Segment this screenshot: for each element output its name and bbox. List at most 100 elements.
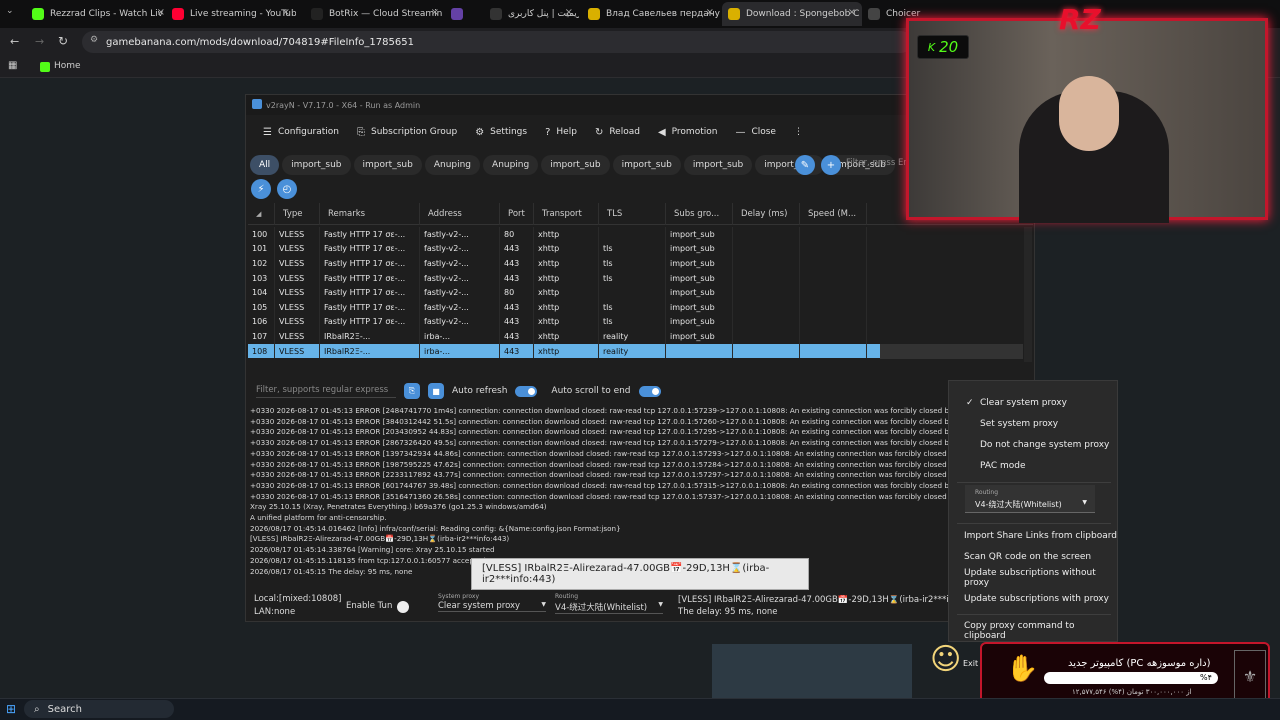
speed-test-icon[interactable]: ⚡ (251, 179, 271, 199)
table-row[interactable]: 103 VLESS Fastly HTTP 17 σε-... fastly-v2-.… (248, 270, 880, 286)
menu-promotion[interactable]: ◀ Promotion (649, 119, 727, 145)
routing-select[interactable]: V4-绕过大陆(Whitelist) ▼ (555, 601, 663, 614)
table-cell: 108 (248, 343, 275, 359)
reload-icon[interactable]: ↻ (58, 34, 68, 48)
browser-tab[interactable] (445, 2, 467, 26)
log-line: 2026/08/17 01:45:14.338764 [Warning] cor… (250, 545, 495, 555)
menu-update-subs-without-proxy[interactable]: Update subscriptions without proxy (949, 568, 1117, 588)
table-row[interactable]: 107 VLESS IRbalR2Ξ-... irba-... 443 xhttp real… (248, 329, 880, 344)
col-type[interactable]: Type (275, 203, 320, 225)
log-line: +0330 2026-08-17 01:45:13 ERROR [2034309… (250, 427, 950, 437)
menu-close[interactable]: — Close (726, 119, 785, 145)
col-port[interactable]: Port (500, 203, 534, 225)
close-tab-icon[interactable]: × (157, 7, 165, 18)
apps-grid-icon[interactable]: ▦ (8, 60, 17, 71)
table-row[interactable]: 101 VLESS Fastly HTTP 17 σε-... fastly-v2-.… (248, 241, 880, 257)
group-tab[interactable]: Anuping (424, 155, 481, 175)
windows-start-icon[interactable]: ⊞ (6, 702, 16, 716)
ping-test-icon[interactable]: ◴ (277, 179, 297, 199)
log-filter-input[interactable]: Filter, supports regular express (256, 385, 396, 398)
browser-tab[interactable]: ریمیت | پنل کاربری × (484, 2, 579, 26)
menu-import-share-links[interactable]: Import Share Links from clipboard (949, 526, 1117, 546)
group-tab[interactable]: import_sub (612, 155, 681, 175)
server-filter-input[interactable]: Filter, press Ent (846, 158, 912, 168)
menu-help[interactable]: ? Help (536, 119, 586, 145)
edit-group-icon[interactable]: ✎ (795, 155, 815, 175)
menu-update-subs-with-proxy[interactable]: Update subscriptions with proxy (949, 589, 1117, 609)
col-remarks[interactable]: Remarks (320, 203, 420, 225)
col-transport[interactable]: Transport (534, 203, 599, 225)
table-cell (599, 227, 666, 242)
menu-reload[interactable]: ↻ Reload (586, 119, 649, 145)
tab-favicon-icon (728, 8, 740, 20)
menu-configuration[interactable]: ☰ Configuration (254, 119, 348, 145)
browser-tab[interactable]: Live streaming - YouTube × (166, 2, 296, 26)
auto-scroll-toggle[interactable] (638, 385, 661, 397)
table-row[interactable]: 108 VLESS IRbalR2Ξ-... irba-... 443 xhttp real… (248, 343, 880, 359)
table-row[interactable]: 104 VLESS Fastly HTTP 17 σε-... fastly-v2-.… (248, 285, 880, 300)
group-tab[interactable]: import_sub (282, 155, 351, 175)
menu-pac-mode[interactable]: PAC mode (949, 456, 1117, 476)
bookmark-home[interactable]: Home (54, 61, 81, 71)
menu-divider (957, 482, 1111, 483)
group-tab[interactable]: import_sub (683, 155, 753, 175)
col-subs-group[interactable]: Subs gro... (666, 203, 733, 225)
log-line: +0330 2026-08-17 01:45:13 ERROR [6017447… (250, 480, 950, 490)
system-proxy-select[interactable]: Clear system proxy ▼ (438, 601, 546, 612)
group-tab[interactable]: import_sub (353, 155, 422, 175)
table-row[interactable]: 100 VLESS Fastly HTTP 17 σε-... fastly-v2-.… (248, 227, 880, 242)
col-delay[interactable]: Delay (ms) (733, 203, 800, 225)
col-tls[interactable]: TLS (599, 203, 666, 225)
menu-divider (957, 523, 1111, 524)
copy-log-icon[interactable]: ⎘ (404, 383, 420, 399)
gear-icon: ⚙ (475, 126, 485, 138)
close-tab-icon[interactable]: × (565, 7, 573, 18)
browser-tab[interactable]: Download : Spongebob C × (722, 2, 862, 26)
clear-log-icon[interactable]: ■ (428, 383, 444, 399)
back-icon[interactable]: ← (10, 35, 19, 48)
table-row[interactable]: 105 VLESS Fastly HTTP 17 σε-... fastly-v2-.… (248, 300, 880, 315)
table-row[interactable]: 106 VLESS Fastly HTTP 17 σε-... fastly-v2-.… (248, 314, 880, 330)
table-cell (800, 270, 867, 286)
menu-subscription-group[interactable]: ⎘ Subscription Group (348, 119, 466, 145)
taskbar-search[interactable]: ⌕ Search (24, 700, 174, 718)
browser-tab[interactable]: BotRix — Cloud Streamin × (305, 2, 445, 26)
site-info-icon[interactable]: ⚙ (90, 35, 98, 45)
table-row[interactable]: 102 VLESS Fastly HTTP 17 σε-... fastly-v2-.… (248, 256, 880, 271)
close-tab-icon[interactable]: × (848, 7, 856, 18)
menu-scan-qr-code[interactable]: Scan QR code on the screen (949, 547, 1117, 567)
menu-clear-system-proxy[interactable]: ✓ Clear system proxy (949, 393, 1117, 413)
table-cell: irba-... (420, 329, 500, 344)
close-tab-icon[interactable]: × (431, 7, 439, 18)
browser-tab[interactable]: Rezzrad Clips - Watch Liv × (26, 2, 171, 26)
address-bar[interactable]: ⚙ gamebanana.com/mods/download/704819#Fi… (82, 31, 912, 53)
close-tab-icon[interactable]: × (706, 7, 714, 18)
table-cell: 443 (500, 314, 534, 330)
auto-refresh-label: Auto refresh (452, 386, 508, 396)
browser-tab[interactable]: Влад Савельев пердану × (582, 2, 720, 26)
group-tab[interactable]: import_sub (541, 155, 610, 175)
close-tab-icon[interactable]: × (282, 7, 290, 18)
group-tab[interactable]: Anuping (483, 155, 539, 175)
menu-do-not-change-proxy[interactable]: Do not change system proxy (949, 435, 1117, 455)
table-cell (800, 227, 867, 242)
menu-settings[interactable]: ⚙ Settings (466, 119, 536, 145)
routing-dropdown[interactable]: Routing V4-绕过大陆(Whitelist) ▼ (965, 485, 1095, 513)
table-cell: tls (599, 300, 666, 315)
more-menu-icon[interactable]: ⋮ (785, 119, 812, 145)
table-cell: 104 (248, 285, 275, 300)
menu-set-system-proxy[interactable]: Set system proxy (949, 414, 1117, 434)
menu-copy-proxy-command[interactable]: Copy proxy command to clipboard (949, 621, 1117, 641)
list-icon: ☰ (263, 126, 272, 138)
enable-tun-toggle[interactable] (397, 601, 409, 613)
col-address[interactable]: Address (420, 203, 500, 225)
col-speed[interactable]: Speed (M... (800, 203, 867, 225)
tab-list-icon[interactable]: ⌄ (6, 6, 20, 20)
add-group-icon[interactable]: + (821, 155, 841, 175)
col-index[interactable]: ◢ (248, 203, 275, 225)
group-tab[interactable]: All (250, 155, 280, 175)
forward-icon[interactable]: → (35, 35, 44, 48)
table-scrollbar[interactable] (1024, 227, 1032, 362)
auto-refresh-toggle[interactable] (515, 385, 538, 397)
table-cell: 105 (248, 300, 275, 315)
